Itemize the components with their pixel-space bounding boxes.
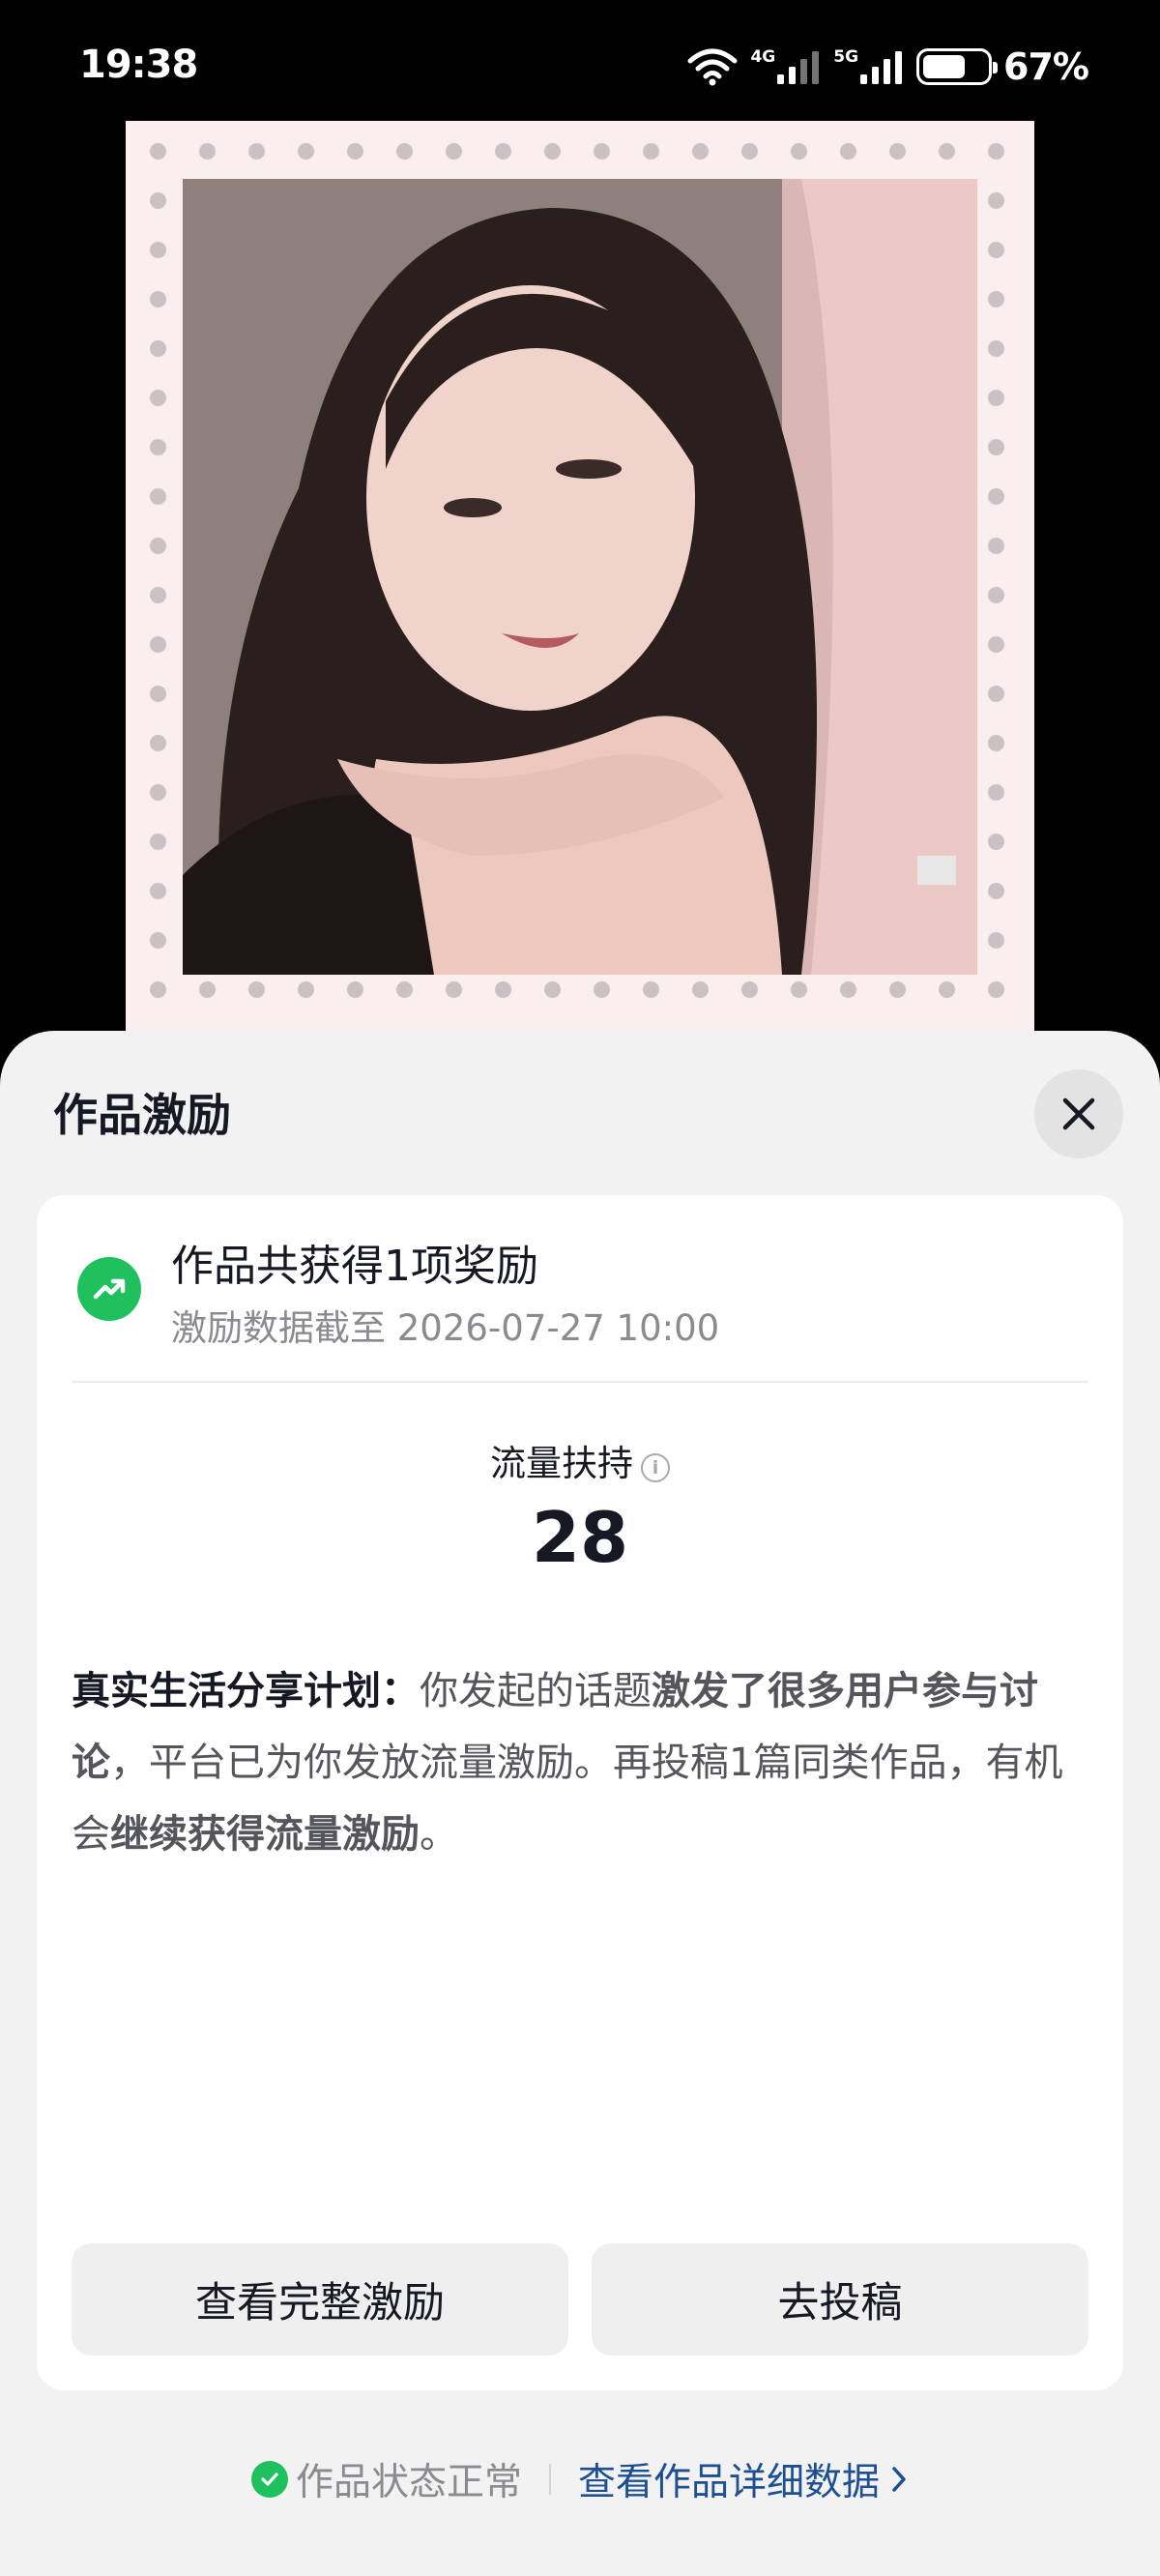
sheet-title: 作品激励	[53, 1089, 231, 1141]
status-bar: 19:38 4G 5G 67%	[0, 0, 1160, 126]
status-time: 19:38	[79, 43, 198, 87]
incentive-description: 真实生活分享计划：你发起的话题激发了很多用户参与讨论，平台已为你发放流量激励。再…	[72, 1655, 1088, 1870]
desc-highlight-2: 继续获得流量激励	[110, 1812, 420, 1857]
cellular-5g-icon: 5G	[833, 49, 905, 84]
post-button[interactable]: 去投稿	[592, 2243, 1088, 2356]
battery-level	[923, 55, 965, 78]
cellular-4g-icon: 4G	[750, 49, 822, 84]
post-status-text: 作品状态正常	[295, 2461, 522, 2504]
reward-title: 作品共获得1项奖励	[171, 1242, 538, 1291]
footer-separator	[549, 2464, 551, 2495]
info-icon[interactable]: i	[641, 1453, 670, 1482]
metric-label-text: 流量扶持	[490, 1443, 633, 1484]
wifi-icon	[686, 47, 739, 86]
network-5g-label: 5G	[833, 47, 859, 67]
status-icons: 4G 5G 67%	[686, 44, 1089, 89]
divider	[72, 1381, 1088, 1383]
desc-text-1: 你发起的话题	[420, 1669, 652, 1713]
check-circle-icon	[250, 2461, 288, 2498]
chevron-right-icon	[892, 2467, 906, 2492]
post-image[interactable]	[183, 179, 977, 975]
plan-name: 真实生活分享计划：	[72, 1669, 420, 1713]
photo-frame	[126, 121, 1034, 1049]
traffic-support-value: 28	[531, 1497, 629, 1578]
close-button[interactable]	[1034, 1069, 1123, 1158]
traffic-support-label: 流量扶持 i	[0, 1434, 1160, 1486]
view-details-label: 查看作品详细数据	[578, 2461, 881, 2504]
desc-text-3: 。	[420, 1812, 458, 1857]
battery-percent: 67%	[1003, 45, 1089, 88]
view-details-link[interactable]: 查看作品详细数据	[578, 2452, 909, 2506]
footer: 作品状态正常 查看作品详细数据	[0, 2452, 1160, 2506]
trending-up-icon	[77, 1257, 141, 1321]
battery-icon	[916, 48, 999, 85]
network-4g-label: 4G	[750, 47, 776, 67]
close-icon	[1062, 1098, 1095, 1130]
view-full-incentive-button[interactable]: 查看完整激励	[72, 2243, 568, 2356]
reward-data-timestamp: 激励数据截至 2026-07-27 10:00	[171, 1307, 720, 1349]
